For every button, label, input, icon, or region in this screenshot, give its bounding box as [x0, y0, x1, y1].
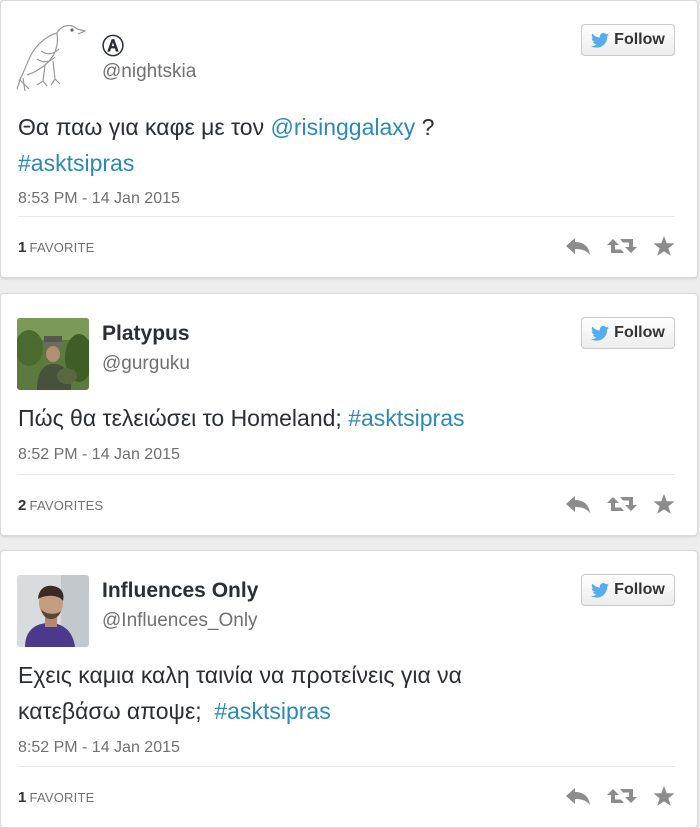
user-handle[interactable]: @Influences_Only [102, 610, 258, 632]
favorites-count[interactable]: 2 FAVORITES [18, 497, 103, 514]
user-display-name[interactable]: Ⓐ [102, 29, 124, 61]
hashtag-link[interactable]: #asktsipras [18, 150, 134, 176]
divider [18, 216, 675, 217]
favorites-number: 1 [18, 789, 27, 806]
tweet-text: Πώς θα τελειώσει το Homeland; #asktsipra… [18, 400, 667, 436]
tweet-timestamp[interactable]: 8:52 PM - 14 Jan 2015 [18, 446, 180, 464]
star-icon[interactable] [653, 785, 675, 807]
tweet-actions [565, 235, 675, 257]
divider [18, 766, 675, 767]
tweet-card: Ⓐ @nightskia Follow Θα παω για καφε με τ… [0, 0, 698, 278]
tweet-timestamp[interactable]: 8:52 PM - 14 Jan 2015 [18, 739, 180, 757]
tweet-text: Θα παω για καφε με τον @risinggalaxy ? #a… [18, 109, 667, 181]
retweet-icon[interactable] [607, 786, 637, 806]
star-icon[interactable] [653, 235, 675, 257]
tweet-card: Influences Only @Influences_Only Follow … [0, 550, 698, 828]
favorites-label: FAVORITE [29, 240, 95, 255]
reply-icon[interactable] [565, 236, 591, 256]
reply-icon[interactable] [565, 494, 591, 514]
follow-button-label: Follow [614, 31, 665, 48]
reply-icon[interactable] [565, 786, 591, 806]
divider [18, 474, 675, 475]
favorites-number: 2 [18, 497, 27, 514]
hashtag-link[interactable]: #asktsipras [348, 405, 464, 431]
hashtag-link[interactable]: #asktsipras [214, 698, 330, 724]
follow-button[interactable]: Follow [581, 574, 675, 606]
tweet-timestamp[interactable]: 8:53 PM - 14 Jan 2015 [18, 190, 180, 208]
avatar-platypus[interactable] [17, 318, 89, 390]
twitter-bird-icon [591, 32, 610, 48]
favorites-label: FAVORITES [29, 498, 104, 513]
tweet-actions [565, 493, 675, 515]
user-display-name[interactable]: Influences Only [102, 579, 258, 603]
favorites-count[interactable]: 1 FAVORITE [18, 239, 94, 256]
tweet-text-body: Θα παω για καφε με τον [18, 114, 271, 140]
twitter-bird-icon [591, 582, 610, 598]
avatar-sparrow-sketch[interactable] [15, 15, 93, 95]
favorites-number: 1 [18, 239, 27, 256]
mention-link[interactable]: @risinggalaxy [270, 114, 415, 140]
tweet-card: Platypus @gurguku Follow Πώς θα τελειώσε… [0, 293, 698, 536]
follow-button-label: Follow [614, 581, 665, 598]
follow-button[interactable]: Follow [581, 317, 675, 349]
favorites-count[interactable]: 1 FAVORITE [18, 789, 94, 806]
favorites-label: FAVORITE [29, 790, 95, 805]
tweet-text-body: ? [415, 114, 435, 140]
avatar-influences-only[interactable] [17, 575, 89, 647]
tweet-text-body: Πώς θα τελειώσει το Homeland; [18, 405, 349, 431]
follow-button-label: Follow [614, 324, 665, 341]
user-display-name[interactable]: Platypus [102, 322, 190, 346]
user-handle[interactable]: @gurguku [102, 353, 190, 375]
tweet-actions [565, 785, 675, 807]
retweet-icon[interactable] [607, 236, 637, 256]
twitter-bird-icon [591, 325, 610, 341]
retweet-icon[interactable] [607, 494, 637, 514]
user-handle[interactable]: @nightskia [102, 61, 196, 83]
star-icon[interactable] [653, 493, 675, 515]
tweet-text: Εχεις καμια καλη ταινία να προτείνεις γι… [18, 657, 567, 729]
follow-button[interactable]: Follow [581, 24, 675, 56]
